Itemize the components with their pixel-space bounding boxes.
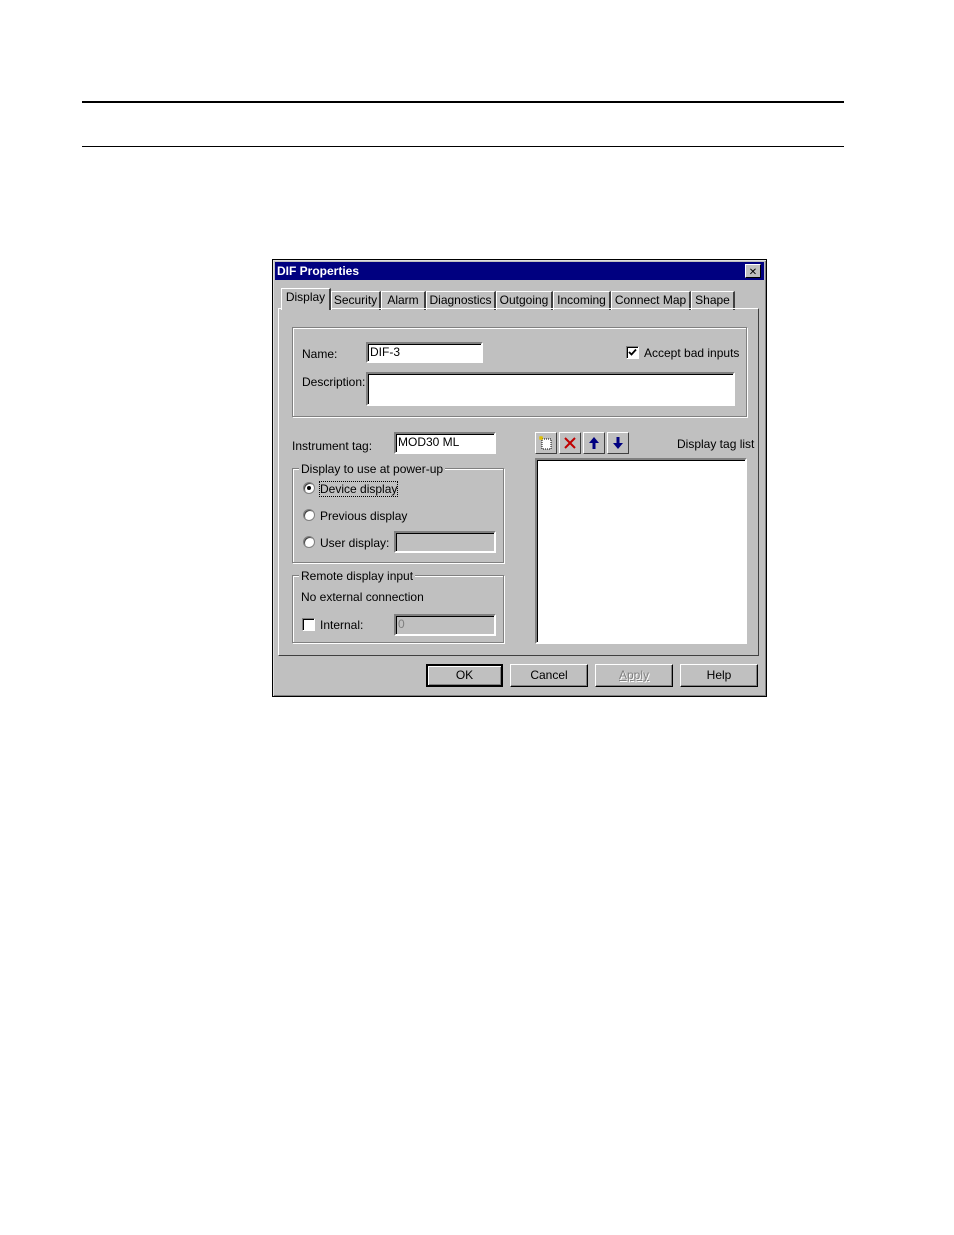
display-tab-panel: Name: DIF-3 Accept bad inputs Descriptio… — [278, 308, 759, 656]
new-tag-button[interactable] — [535, 432, 557, 454]
move-up-button[interactable] — [583, 432, 605, 454]
radio-device-display[interactable] — [303, 482, 315, 494]
name-label: Name: — [302, 347, 338, 361]
radio-user-display[interactable] — [303, 536, 315, 548]
dif-properties-dialog: DIF Properties ✕ Display Security Alarm … — [272, 259, 767, 697]
move-down-icon — [613, 437, 623, 449]
instrument-tag-label: Instrument tag: — [292, 439, 373, 453]
powerup-group: Display to use at power-up Device displa… — [292, 462, 504, 563]
radio-user-display-label[interactable]: User display: — [320, 536, 389, 550]
close-icon: ✕ — [748, 267, 758, 278]
apply-button[interactable]: Apply — [595, 664, 673, 687]
instrument-tag-input[interactable]: MOD30 ML — [394, 432, 496, 454]
internal-checkbox[interactable] — [302, 618, 315, 631]
title-bar[interactable]: DIF Properties ✕ — [275, 262, 764, 280]
description-label: Description: — [302, 375, 366, 389]
delete-icon — [564, 437, 576, 449]
name-input[interactable]: DIF-3 — [366, 342, 483, 363]
delete-tag-button[interactable] — [559, 432, 581, 454]
powerup-group-title: Display to use at power-up — [299, 462, 446, 476]
radio-device-display-label[interactable]: Device display — [318, 481, 399, 497]
display-tag-list[interactable] — [535, 458, 747, 644]
user-display-input[interactable] — [394, 531, 496, 553]
ok-button[interactable]: OK — [426, 664, 503, 687]
header-rule-top — [82, 101, 844, 103]
help-button[interactable]: Help — [680, 664, 758, 687]
radio-previous-display-label[interactable]: Previous display — [320, 509, 407, 523]
general-group: Name: DIF-3 Accept bad inputs Descriptio… — [292, 327, 747, 417]
cancel-button[interactable]: Cancel — [510, 664, 588, 687]
new-item-icon — [539, 436, 552, 450]
header-rule-bottom — [82, 146, 844, 147]
radio-previous-display[interactable] — [303, 509, 315, 521]
tag-list-toolbar — [535, 432, 635, 454]
internal-input[interactable]: 0 — [394, 614, 496, 636]
checkmark-icon — [628, 348, 637, 356]
remote-status-text: No external connection — [301, 590, 424, 604]
radio-selected-dot — [307, 486, 311, 490]
dialog-title: DIF Properties — [277, 264, 360, 278]
internal-label: Internal: — [320, 618, 364, 632]
remote-group-title: Remote display input — [299, 569, 416, 583]
remote-group: Remote display input No external connect… — [292, 569, 504, 643]
tab-display[interactable]: Display — [281, 288, 331, 310]
display-tag-list-label: Display tag list — [677, 437, 755, 451]
accept-bad-inputs-label: Accept bad inputs — [644, 346, 740, 360]
accept-bad-inputs-checkbox[interactable] — [626, 346, 639, 359]
description-input[interactable] — [366, 372, 735, 406]
move-down-button[interactable] — [607, 432, 629, 454]
close-button[interactable]: ✕ — [745, 264, 761, 278]
move-up-icon — [589, 437, 599, 449]
